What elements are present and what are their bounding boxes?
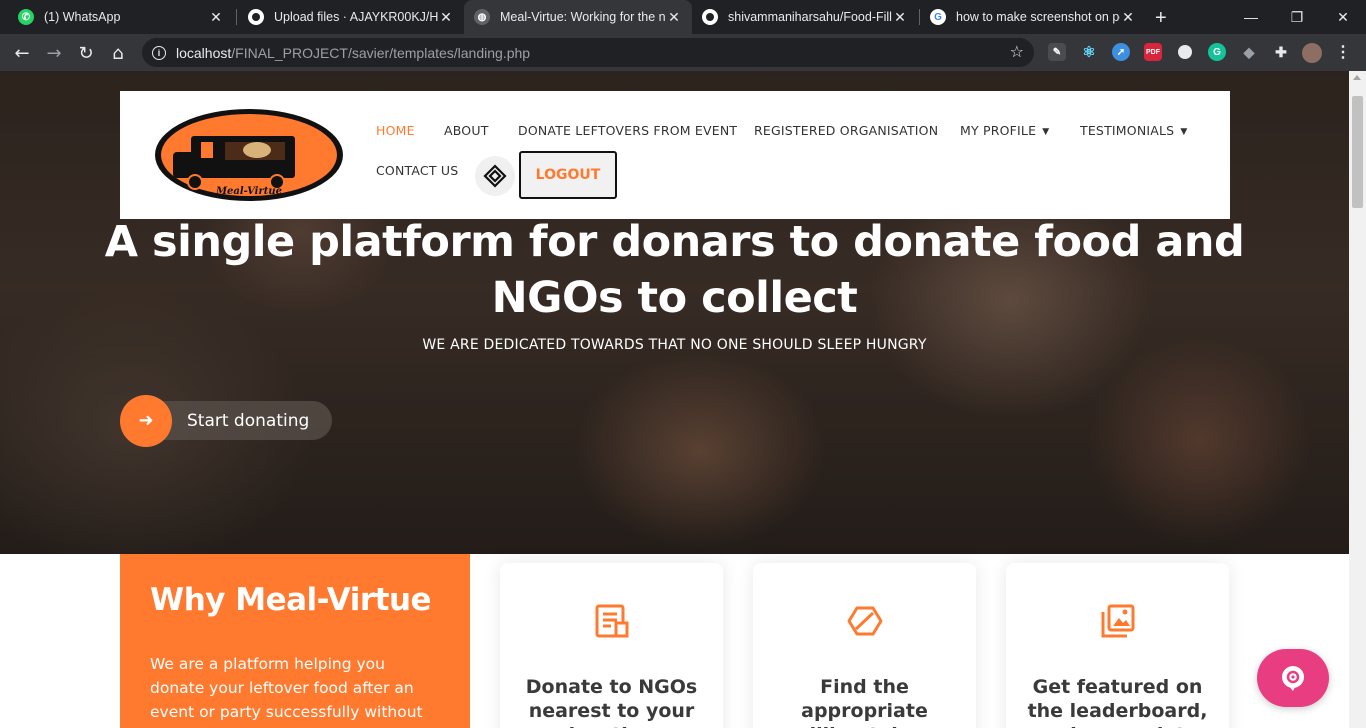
why-meal-virtue-box: Why Meal-Virtue We are a platform helpin…	[120, 554, 470, 728]
address-bar[interactable]: i localhost/FINAL_PROJECT/savier/templat…	[142, 38, 1034, 67]
menu-kebab-icon[interactable]: ⋮	[1334, 43, 1352, 61]
tab-title: shivammaniharsahu/Food-Fille	[728, 10, 892, 24]
chevron-down-icon: ▼	[1042, 127, 1050, 137]
nav-my-profile[interactable]: MY PROFILE ▼	[960, 123, 1049, 138]
globe-icon: ◍	[474, 9, 490, 25]
meal-virtue-logo[interactable]: Meal-Virtue	[153, 106, 345, 204]
browser-tab-bar: ✆ (1) WhatsApp ✕ Upload files · AJAYKR00…	[0, 0, 1366, 34]
main-nav: HOME ABOUT DONATE LEFTOVERS FROM EVENT R…	[376, 91, 1216, 219]
feature-card-leaderboard: Get featured on the leaderboard, and app…	[1006, 563, 1229, 728]
nav-registered-organisation[interactable]: REGISTERED ORGANISATION	[754, 123, 938, 138]
url-path: /FINAL_PROJECT/savier/templates/landing.…	[231, 44, 531, 61]
github-extension-icon[interactable]	[1176, 43, 1194, 61]
github-icon	[702, 9, 718, 25]
close-icon[interactable]: ✕	[666, 9, 682, 26]
logout-button[interactable]: LOGOUT	[519, 151, 617, 199]
home-icon[interactable]: ⌂	[106, 41, 130, 65]
document-icon	[500, 603, 723, 639]
start-donating-button[interactable]: ➜ Start donating	[120, 394, 332, 447]
profile-avatar[interactable]	[1302, 43, 1322, 63]
page-scrollbar[interactable]	[1349, 71, 1366, 728]
pen-extension-icon[interactable]: ✎	[1048, 43, 1066, 61]
minimize-icon[interactable]: —	[1228, 0, 1274, 34]
chat-bubble-icon	[1282, 666, 1304, 691]
puzzle-extensions-icon[interactable]: ✚	[1272, 43, 1290, 61]
react-devtools-icon[interactable]: ⚛	[1080, 43, 1098, 61]
page-viewport: Meal-Virtue HOME ABOUT DONATE LEFTOVERS …	[0, 71, 1349, 728]
close-icon[interactable]: ✕	[1120, 9, 1136, 26]
nav-about[interactable]: ABOUT	[444, 123, 489, 138]
github-icon	[248, 9, 264, 25]
loader-icon-button[interactable]	[475, 156, 515, 196]
logo-text: Meal-Virtue	[215, 186, 282, 197]
scrollbar-thumb[interactable]	[1352, 96, 1363, 208]
hero-title-line-2: NGOs to collect	[491, 273, 858, 323]
hero-section: Meal-Virtue HOME ABOUT DONATE LEFTOVERS …	[0, 71, 1349, 554]
grammarly-icon[interactable]: G	[1208, 43, 1226, 61]
tab-google-search[interactable]: G how to make screenshot on pc ✕	[920, 0, 1146, 34]
tab-upload-files[interactable]: Upload files · AJAYKR00KJ/Hac ✕	[238, 0, 464, 34]
close-window-icon[interactable]: ✕	[1320, 0, 1366, 34]
compass-extension-icon[interactable]: ➚	[1112, 43, 1130, 61]
gallery-icon	[1006, 603, 1229, 639]
feature-card-takers: Find the appropriate willing takers	[753, 563, 976, 728]
pdf-extension-icon[interactable]: PDF	[1144, 43, 1162, 61]
nav-home[interactable]: HOME	[376, 123, 415, 138]
tab-title: Upload files · AJAYKR00KJ/Hac	[274, 10, 438, 24]
nav-testimonials-label: TESTIMONIALS	[1080, 123, 1175, 138]
tab-meal-virtue[interactable]: ◍ Meal-Virtue: Working for the n ✕	[464, 0, 692, 34]
start-donating-label: Start donating	[187, 410, 310, 431]
why-text: We are a platform helping you donate you…	[150, 655, 423, 728]
tab-separator	[236, 9, 237, 25]
spinner-icon	[483, 164, 507, 188]
hero-title: A single platform for donars to donate f…	[0, 214, 1349, 326]
site-header: Meal-Virtue HOME ABOUT DONATE LEFTOVERS …	[120, 91, 1230, 219]
info-icon[interactable]: i	[152, 45, 166, 60]
bookmark-star-icon[interactable]: ☆	[1010, 42, 1024, 61]
new-tab-icon[interactable]: +	[1155, 7, 1167, 30]
hexagon-icon	[753, 603, 976, 639]
back-icon[interactable]: ←	[10, 41, 34, 65]
feature-card-text: Get featured on the leaderboard, and app…	[1027, 676, 1208, 728]
close-icon[interactable]: ✕	[438, 9, 454, 26]
url-host: localhost	[176, 44, 232, 61]
feature-card-text: Donate to NGOs nearest to your location	[525, 676, 698, 728]
why-title: Why Meal-Virtue	[150, 582, 432, 618]
url-text: localhost/FINAL_PROJECT/savier/templates…	[176, 45, 530, 61]
nav-my-profile-label: MY PROFILE	[960, 123, 1037, 138]
tab-whatsapp[interactable]: ✆ (1) WhatsApp ✕	[8, 0, 234, 34]
google-icon: G	[930, 9, 946, 25]
close-icon[interactable]: ✕	[892, 9, 908, 26]
scroll-up-arrow-icon[interactable]	[1353, 75, 1361, 80]
whatsapp-icon: ✆	[18, 9, 34, 25]
hero-subtitle: WE ARE DEDICATED TOWARDS THAT NO ONE SHO…	[422, 337, 927, 353]
nav-donate-leftovers[interactable]: DONATE LEFTOVERS FROM EVENT	[518, 123, 737, 138]
reload-icon[interactable]: ↻	[74, 41, 98, 65]
restore-icon[interactable]: ❐	[1274, 0, 1320, 34]
fish-extension-icon[interactable]: ◆	[1240, 43, 1258, 61]
nav-contact-us[interactable]: CONTACT US	[376, 163, 458, 178]
browser-toolbar: ← → ↻ ⌂ i localhost/FINAL_PROJECT/savier…	[0, 34, 1366, 71]
tab-food-filler[interactable]: shivammaniharsahu/Food-Fille ✕	[692, 0, 918, 34]
chat-widget-button[interactable]	[1257, 649, 1329, 707]
arrow-right-icon: ➜	[120, 394, 172, 447]
tab-title: how to make screenshot on pc	[956, 10, 1120, 24]
feature-card-donate: Donate to NGOs nearest to your location	[500, 563, 723, 728]
nav-testimonials[interactable]: TESTIMONIALS ▼	[1080, 123, 1187, 138]
tab-title: Meal-Virtue: Working for the n	[500, 10, 666, 24]
close-icon[interactable]: ✕	[208, 9, 224, 26]
forward-icon[interactable]: →	[42, 41, 66, 65]
hero-title-line-1: A single platform for donars to donate f…	[104, 217, 1245, 267]
feature-card-text: Find the appropriate willing takers	[792, 676, 937, 728]
tab-title: (1) WhatsApp	[44, 10, 121, 24]
chevron-down-icon: ▼	[1180, 127, 1188, 137]
